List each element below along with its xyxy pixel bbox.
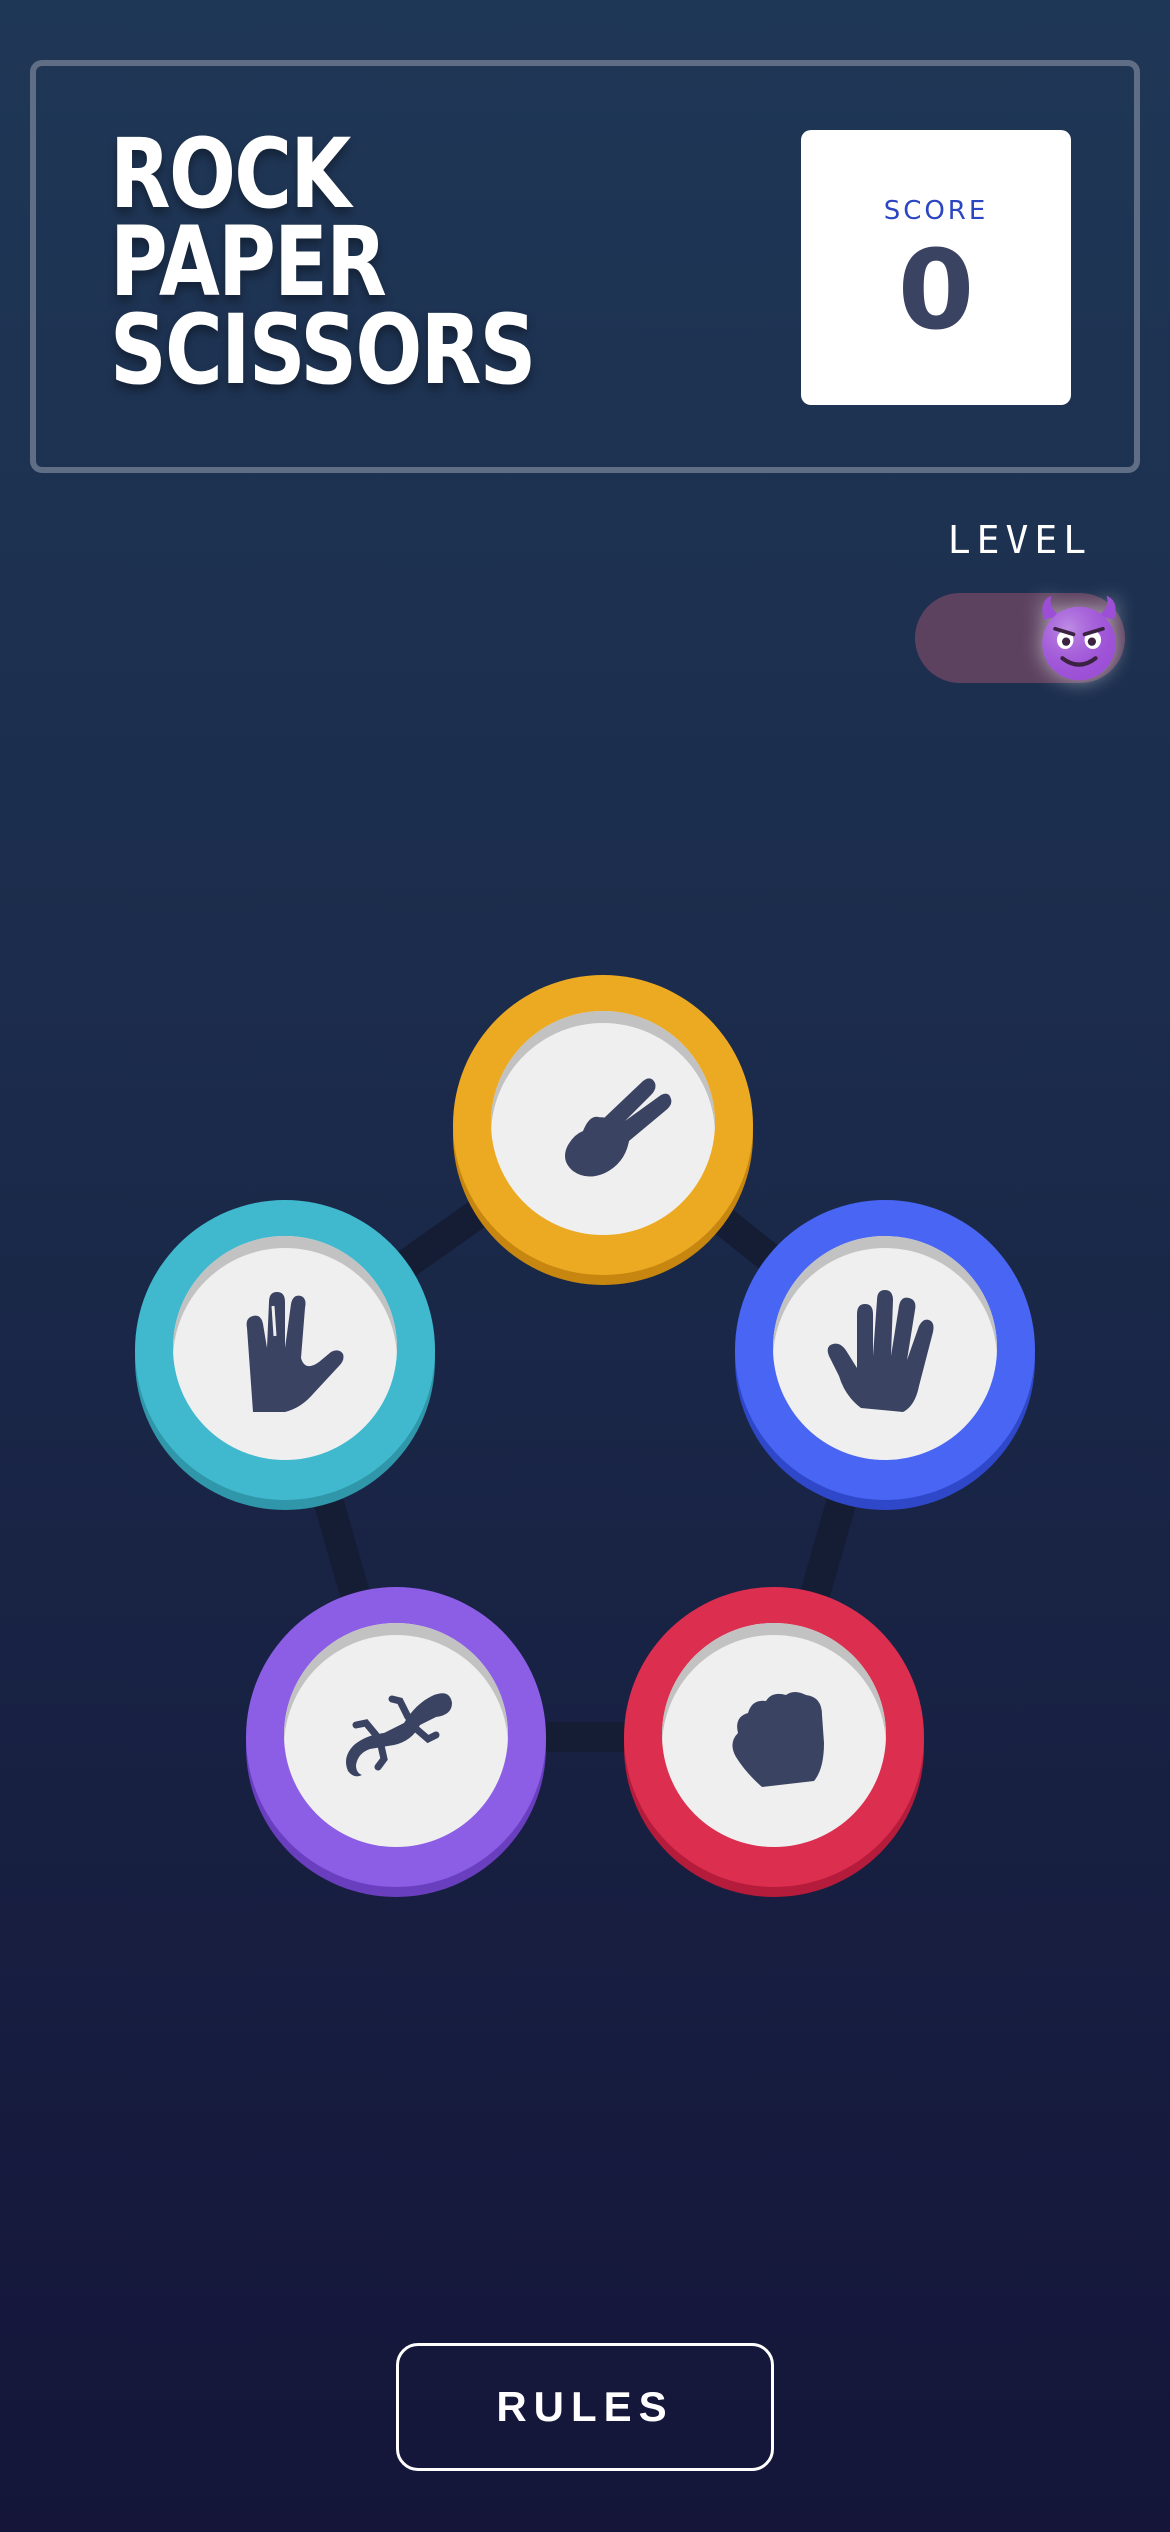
spock-choice-button[interactable] [135,1200,435,1500]
rock-choice-button[interactable] [624,1587,924,1887]
paper-hand-icon [827,1290,934,1412]
paper-choice-button[interactable] [735,1200,1035,1500]
lizard-icon [346,1693,452,1777]
header: ROCK PAPER SCISSORS SCORE 0 [30,60,1140,473]
rules-button[interactable]: RULES [396,2343,774,2471]
title-line-rock: ROCK [110,118,351,230]
scissors-hand-icon [565,1078,672,1177]
spock-hand-icon [246,1292,344,1412]
level-label: LEVEL [947,518,1093,562]
smiling-devil-face-icon[interactable] [1033,592,1125,684]
scissors-choice-button[interactable] [453,975,753,1275]
game-title: ROCK PAPER SCISSORS [110,118,536,406]
score-value: 0 [897,226,975,354]
title-line-paper: PAPER [110,206,387,318]
rock-fist-icon [732,1692,824,1787]
score-label: SCORE [883,196,989,226]
lizard-choice-button[interactable] [246,1587,546,1887]
title-line-scissors: SCISSORS [110,294,536,406]
score-box: SCORE 0 [801,130,1071,405]
